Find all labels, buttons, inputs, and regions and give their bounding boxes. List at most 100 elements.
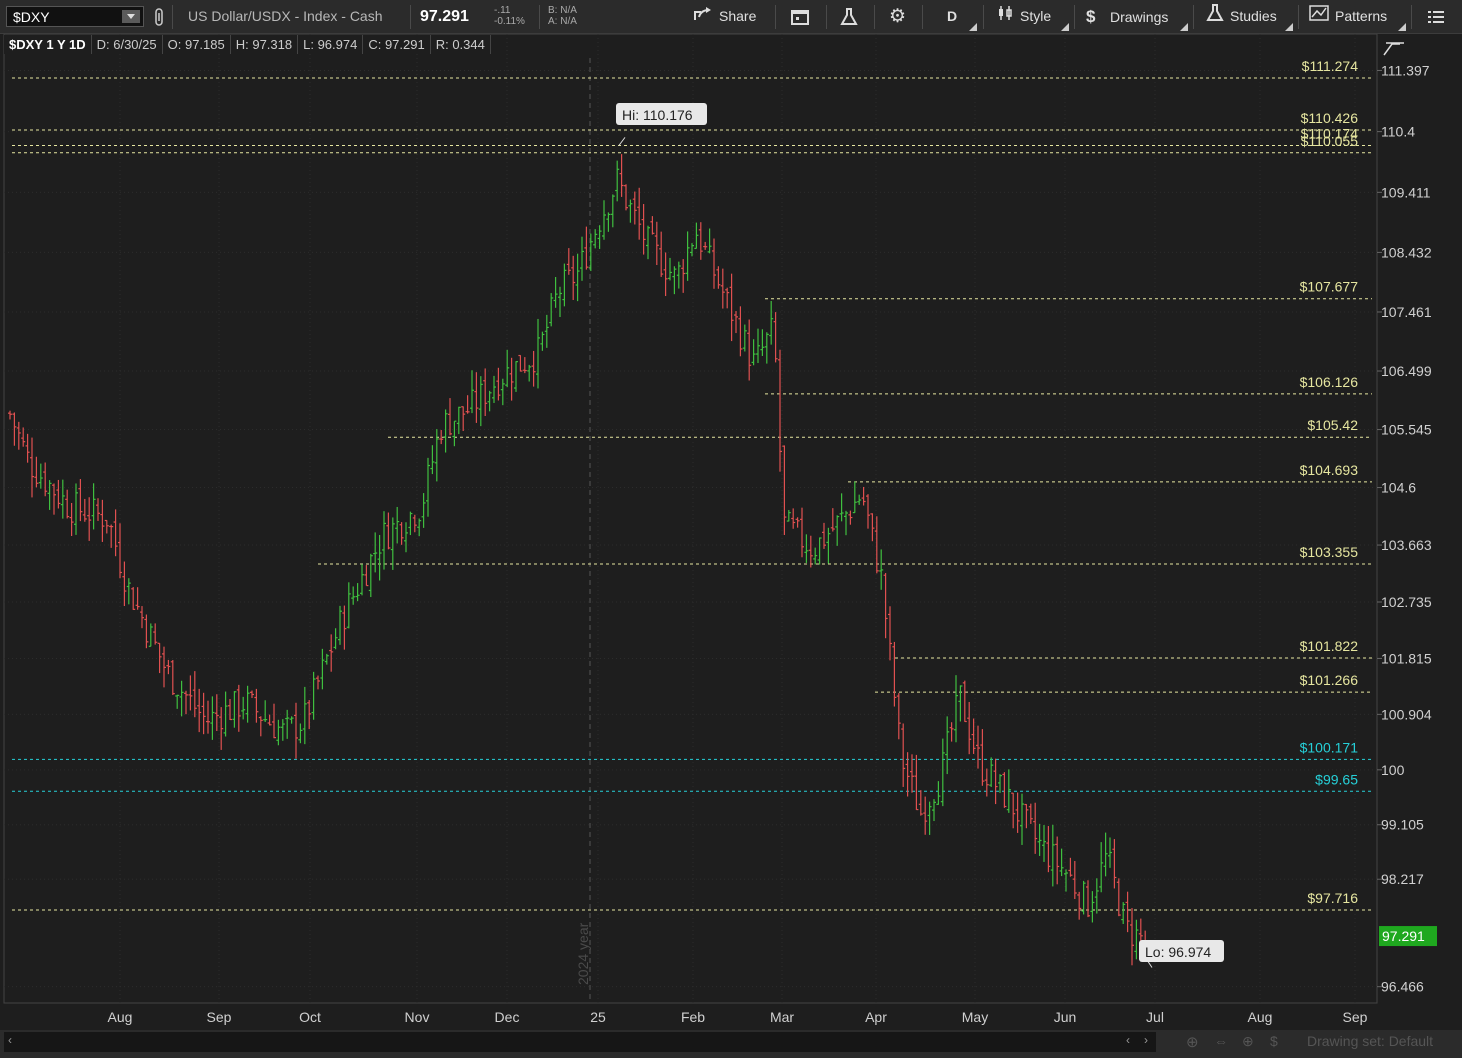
symbol-description: US Dollar/USDX - Index - Cash — [188, 8, 383, 24]
drawing-set-label: Drawing set: Default — [1307, 1033, 1434, 1049]
x-tick-label: Oct — [299, 1009, 321, 1025]
chevron-down-icon[interactable] — [122, 10, 140, 23]
scale-icon — [1383, 42, 1404, 56]
info-low: L: 96.974 — [298, 35, 364, 54]
patterns-icon — [1309, 1, 1329, 34]
ask-value: A: N/A — [548, 16, 577, 27]
price-chart[interactable]: Aug Sep Oct Nov Dec 25 Feb Mar Apr May Jun Jul Aug Se… — [0, 0, 1462, 1058]
year-marker-label: 2024 year — [575, 922, 591, 985]
y-tick-label: 98.217 — [1381, 871, 1424, 887]
info-open: O: 97.185 — [162, 35, 231, 54]
flask-icon[interactable] — [840, 0, 858, 33]
patterns-label: Patterns — [1335, 8, 1388, 24]
x-tick-label: Sep — [1343, 1009, 1368, 1025]
price-level-label: $101.822 — [1300, 638, 1359, 654]
x-tick-label: Apr — [865, 1009, 887, 1025]
menu-icon[interactable] — [1428, 0, 1444, 33]
share-icon — [693, 1, 713, 34]
ohlc-info-bar: $DXY 1 Y 1D D: 6/30/25 O: 97.185 H: 97.318 L… — [4, 35, 491, 56]
share-label: Share — [719, 8, 757, 24]
y-tick-label: 101.815 — [1381, 650, 1432, 666]
studies-button[interactable]: Studies — [1206, 0, 1277, 33]
horizontal-scrollbar[interactable]: ‹ ‹ › — [4, 1032, 1156, 1052]
pan-icon[interactable]: ⇔ — [1214, 1033, 1228, 1049]
y-tick-label: 100.904 — [1381, 706, 1432, 722]
drawings-button[interactable]: $ Drawings — [1086, 0, 1168, 33]
bid-value: B: N/A — [548, 5, 577, 16]
x-tick-label: Jun — [1054, 1009, 1077, 1025]
studies-label: Studies — [1230, 8, 1277, 24]
net-change: -.11 -0.11% — [494, 5, 525, 27]
style-label: Style — [1020, 8, 1052, 24]
timeframe-dropdown-corner — [969, 23, 977, 31]
y-tick-label: 109.411 — [1381, 184, 1431, 200]
price-level-label: $110.055 — [1301, 133, 1359, 149]
gear-icon[interactable]: ⚙ — [889, 0, 906, 33]
patterns-dropdown-corner — [1398, 23, 1406, 31]
y-tick-label: 111.397 — [1381, 62, 1430, 78]
x-tick-label: Sep — [207, 1009, 232, 1025]
y-tick-label: 100 — [1381, 762, 1405, 778]
price-level-label: $106.126 — [1300, 374, 1359, 390]
y-tick-label: 104.6 — [1381, 480, 1416, 496]
y-tick-label: 103.663 — [1381, 537, 1432, 553]
studies-dropdown-corner — [1285, 23, 1293, 31]
price-level-label: $97.716 — [1307, 890, 1358, 906]
drawings-dropdown-corner — [1180, 23, 1188, 31]
crosshair-icon[interactable]: ⊕ — [1242, 1033, 1254, 1050]
scroll-left-icon[interactable]: ‹ — [8, 1033, 12, 1047]
dollar-icon[interactable]: $ — [1270, 1033, 1278, 1049]
price-level-label: $110.426 — [1301, 110, 1359, 126]
calendar-icon[interactable] — [790, 0, 810, 33]
net-change-percent: -0.11% — [494, 16, 525, 27]
price-level-label: $100.171 — [1300, 739, 1359, 755]
scroll-left-icon-2[interactable]: ‹ — [1126, 1033, 1130, 1047]
high-annotation-label: Hi: 110.176 — [622, 107, 693, 123]
zoom-icon[interactable]: ⊕ — [1186, 1033, 1199, 1051]
dollar-icon: $ — [1086, 7, 1096, 26]
plot-area — [3, 33, 1378, 1004]
y-tick-label: 108.432 — [1381, 244, 1432, 260]
price-level-label: $105.42 — [1307, 417, 1358, 433]
x-tick-label: Jul — [1146, 1009, 1164, 1025]
price-level-label: $111.274 — [1302, 58, 1359, 74]
y-tick-label: 110.4 — [1381, 124, 1415, 140]
top-toolbar: $DXY US Dollar/USDX - Index - Cash 97.29… — [0, 0, 1462, 34]
style-button[interactable]: Style — [996, 0, 1051, 33]
y-tick-label: 96.466 — [1381, 979, 1424, 995]
y-tick-label: 105.545 — [1381, 422, 1432, 438]
x-tick-label: Aug — [108, 1009, 133, 1025]
info-close: C: 97.291 — [363, 35, 431, 54]
x-tick-label: Feb — [681, 1009, 705, 1025]
patterns-button[interactable]: Patterns — [1309, 0, 1387, 33]
scroll-right-icon[interactable]: › — [1144, 1033, 1148, 1047]
price-level-label: $104.693 — [1300, 462, 1359, 478]
link-icon[interactable] — [153, 0, 167, 33]
symbol-text: $DXY — [13, 9, 50, 25]
last-price-tag-label: 97.291 — [1382, 928, 1425, 944]
share-button[interactable]: Share — [693, 0, 756, 33]
net-change-value: -.11 — [494, 5, 511, 16]
chart-title: $DXY 1 Y 1D — [4, 35, 92, 54]
info-date: D: 6/30/25 — [91, 35, 163, 54]
x-tick-label: 25 — [590, 1009, 606, 1025]
y-tick-label: 102.735 — [1381, 594, 1432, 610]
low-annotation-label: Lo: 96.974 — [1145, 944, 1211, 960]
price-level-label: $107.677 — [1300, 279, 1359, 295]
candlestick-icon — [996, 1, 1014, 34]
info-high: H: 97.318 — [230, 35, 299, 54]
drawings-label: Drawings — [1110, 9, 1169, 25]
flask-icon — [1206, 1, 1224, 34]
x-tick-label: Nov — [405, 1009, 430, 1025]
price-level-label: $101.266 — [1300, 672, 1359, 688]
y-tick-label: 99.105 — [1381, 817, 1424, 833]
symbol-selector[interactable]: $DXY — [6, 6, 144, 27]
x-tick-label: May — [962, 1009, 988, 1025]
style-dropdown-corner — [1061, 23, 1069, 31]
x-tick-label: Aug — [1248, 1009, 1273, 1025]
timeframe-selector[interactable]: D — [947, 0, 957, 33]
price-level-label: $103.355 — [1300, 544, 1359, 560]
y-tick-label: 107.461 — [1381, 304, 1432, 320]
info-range: R: 0.344 — [430, 35, 491, 54]
last-price: 97.291 — [420, 8, 469, 25]
